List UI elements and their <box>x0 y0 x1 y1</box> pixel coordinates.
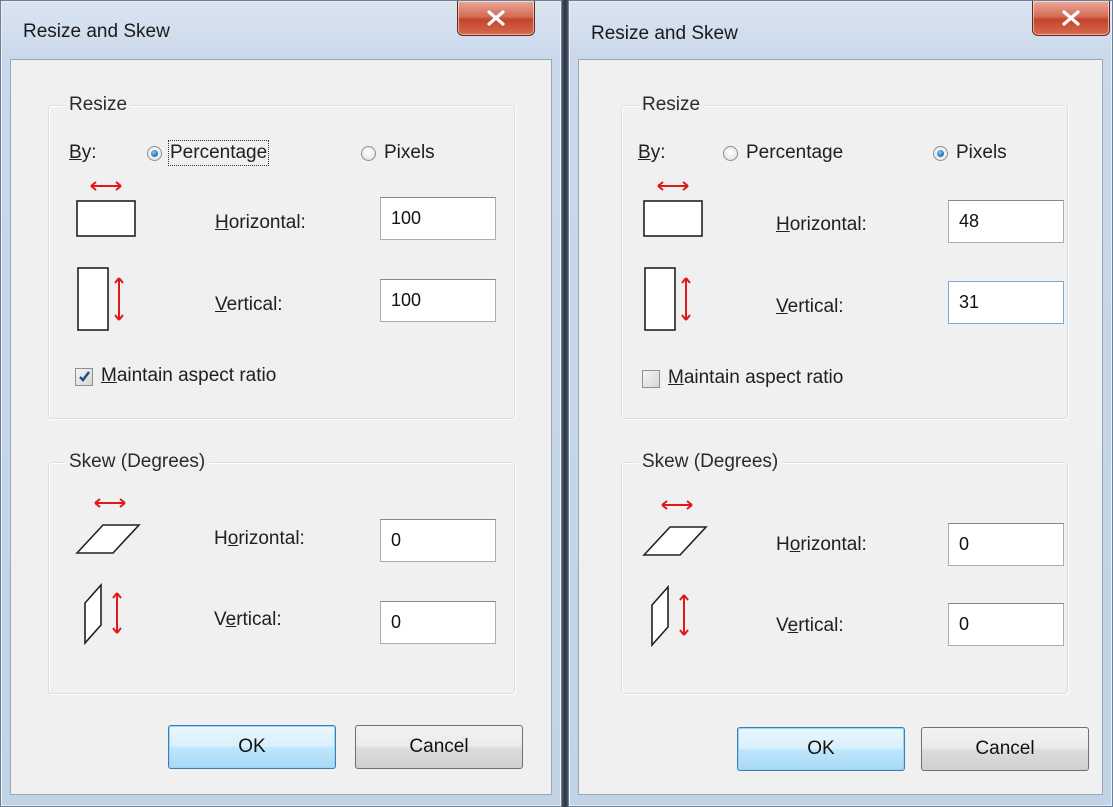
resize-vertical-input[interactable]: 31 <box>948 281 1064 324</box>
dialog-body: Resize By: Percentage Pixels Horizontal:… <box>578 59 1103 795</box>
resize-vertical-icon <box>644 267 691 331</box>
maintain-aspect-label[interactable]: Maintain aspect ratio <box>101 365 276 387</box>
skew-horizontal-icon <box>642 500 708 556</box>
maintain-aspect-checkbox[interactable] <box>75 368 93 386</box>
resize-horizontal-label: Horizontal: <box>215 212 306 233</box>
resize-group: Resize By: Percentage Pixels Horizontal:… <box>621 94 1068 419</box>
checkmark-icon <box>79 371 90 382</box>
resize-vertical-input[interactable]: 100 <box>380 279 496 322</box>
maintain-aspect-checkbox[interactable] <box>642 370 660 388</box>
skew-vertical-input[interactable]: 0 <box>380 601 496 644</box>
resize-vertical-icon <box>77 267 124 331</box>
resize-skew-dialog-pixels: Resize and Skew Resize By: Percentage Pi… <box>568 0 1113 807</box>
pixels-radio-label[interactable]: Pixels <box>384 142 435 164</box>
skew-vertical-label: Vertical: <box>776 615 844 636</box>
close-icon <box>487 10 505 26</box>
close-button[interactable] <box>1032 1 1110 36</box>
skew-horizontal-input[interactable]: 0 <box>380 519 496 562</box>
resize-horizontal-label: Horizontal: <box>776 214 867 235</box>
percentage-radio-label[interactable]: Percentage <box>746 142 843 164</box>
resize-horizontal-icon <box>643 181 703 237</box>
skew-group-title: Skew (Degrees) <box>638 451 783 473</box>
cancel-button[interactable]: Cancel <box>921 727 1089 771</box>
ok-button[interactable]: OK <box>737 727 905 771</box>
title-bar[interactable]: Resize and Skew <box>569 1 1112 59</box>
resize-group-title: Resize <box>638 94 705 116</box>
dialog-body: Resize By: Percentage Pixels Horizontal:… <box>10 59 552 795</box>
resize-horizontal-input[interactable]: 100 <box>380 197 496 240</box>
percentage-radio[interactable] <box>147 146 162 161</box>
skew-group-title: Skew (Degrees) <box>65 451 210 473</box>
resize-group: Resize By: Percentage Pixels Horizontal:… <box>48 94 515 419</box>
skew-vertical-icon <box>651 584 689 648</box>
skew-vertical-input[interactable]: 0 <box>948 603 1064 646</box>
percentage-radio[interactable] <box>723 146 738 161</box>
skew-vertical-icon <box>84 582 122 646</box>
skew-vertical-label: Vertical: <box>214 609 282 630</box>
close-icon <box>1062 10 1080 26</box>
skew-group: Skew (Degrees) Horizontal: 0 Vertical: 0 <box>621 451 1068 694</box>
pixels-radio-label[interactable]: Pixels <box>956 142 1007 164</box>
by-label: By: <box>638 142 666 163</box>
resize-horizontal-input[interactable]: 48 <box>948 200 1064 243</box>
skew-horizontal-label: Horizontal: <box>776 534 867 555</box>
resize-skew-dialog-percentage: Resize and Skew Resize By: Percentage Pi… <box>0 0 562 807</box>
resize-vertical-label: Vertical: <box>215 294 283 315</box>
dialog-title: Resize and Skew <box>23 21 170 42</box>
dialog-title: Resize and Skew <box>591 23 738 44</box>
pixels-radio[interactable] <box>933 146 948 161</box>
skew-horizontal-icon <box>75 498 141 554</box>
skew-horizontal-input[interactable]: 0 <box>948 523 1064 566</box>
title-bar[interactable]: Resize and Skew <box>1 1 561 59</box>
resize-group-title: Resize <box>65 94 132 116</box>
pixels-radio[interactable] <box>361 146 376 161</box>
skew-group: Skew (Degrees) Horizontal: 0 Vertical: 0 <box>48 451 515 694</box>
resize-horizontal-icon <box>76 181 136 237</box>
ok-button[interactable]: OK <box>168 725 336 769</box>
percentage-radio-label[interactable]: Percentage <box>167 140 270 166</box>
by-label: By: <box>69 142 97 163</box>
maintain-aspect-label[interactable]: Maintain aspect ratio <box>668 367 843 389</box>
close-button[interactable] <box>457 1 535 36</box>
cancel-button[interactable]: Cancel <box>355 725 523 769</box>
skew-horizontal-label: Horizontal: <box>214 528 305 549</box>
resize-vertical-label: Vertical: <box>776 296 844 317</box>
